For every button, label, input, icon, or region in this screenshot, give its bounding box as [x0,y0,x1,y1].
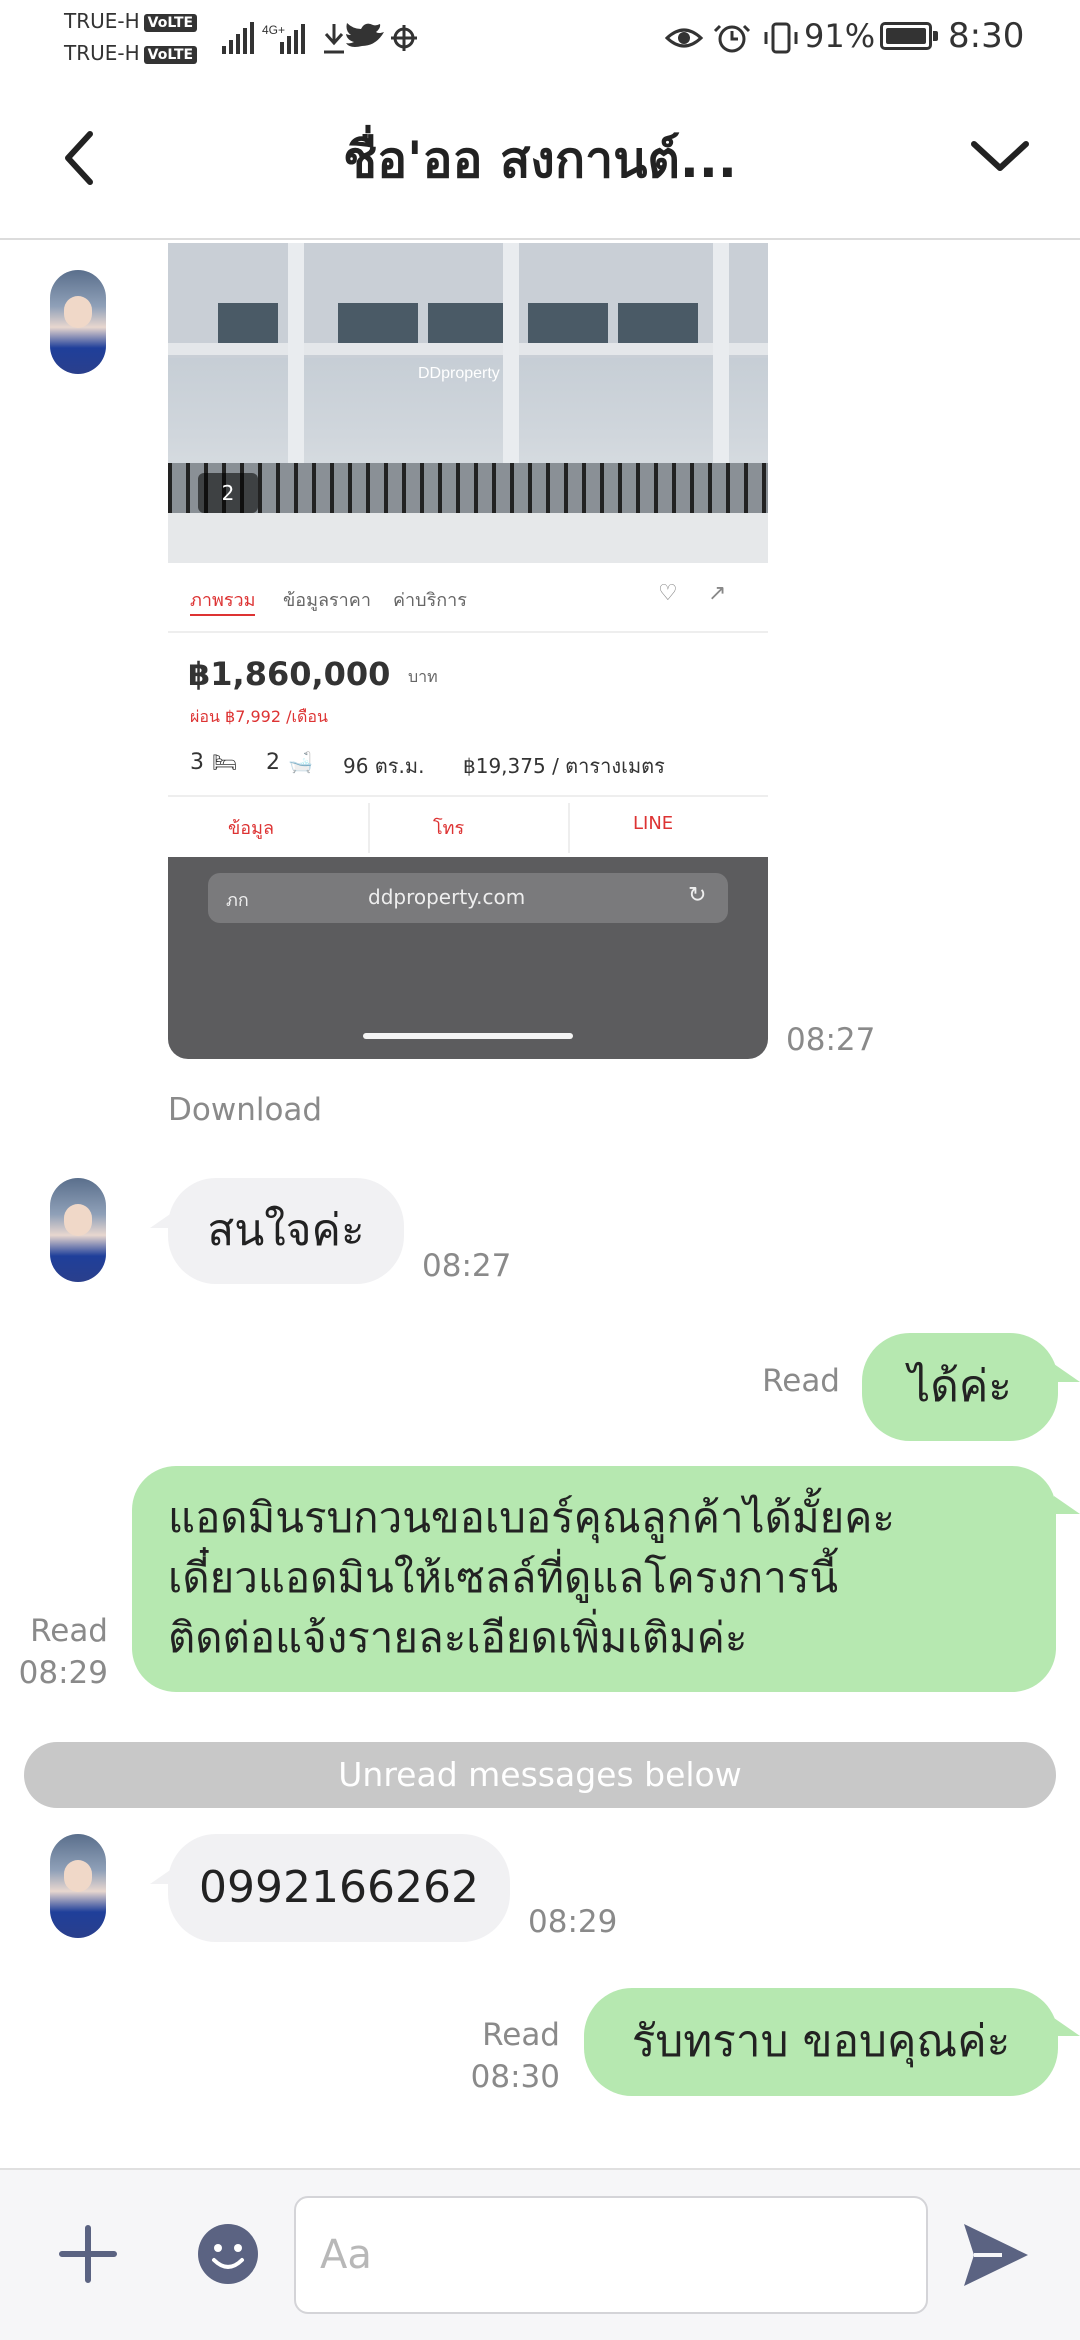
chat-header: ชื่อ'ออ สงกานต์... [0,80,1080,240]
carrier-1: TRUE-H VoLTE [64,8,198,34]
message-bubble-incoming[interactable]: สนใจค่ะ [168,1178,404,1284]
message-bubble-incoming[interactable]: 0992166262 [168,1834,510,1942]
chat-title[interactable]: ชื่อ'ออ สงกานต์... [150,80,930,240]
bubble-tail [1054,1496,1080,1514]
share-icon: ↗ [708,581,727,606]
plus-icon[interactable] [58,2224,118,2284]
battery-percent: 91% [804,17,876,55]
listing-actions: ข้อมูล โทร LINE [168,795,768,857]
avatar[interactable] [50,1834,106,1938]
message-bubble-outgoing[interactable]: แอดมินรบกวนขอเบอร์คุณลูกค้าได้มั้ยคะ เดี… [132,1466,1056,1692]
watermark: DDproperty [418,365,500,382]
bed-icon: 🛏 [212,750,238,774]
bath-icon: 🛁 [288,750,313,774]
message-input[interactable]: Aa [294,2196,928,2314]
download-link[interactable]: Download [168,1092,322,1128]
avatar[interactable] [50,270,106,374]
battery-icon [880,22,938,50]
input-bar: Aa [0,2168,1080,2340]
clock: 8:30 [948,16,1025,56]
image-timestamp: 08:27 [786,1022,876,1058]
read-receipt: Read 08:30 [470,2017,560,2095]
listing-screenshot-image[interactable]: DDproperty 2 ภาพรวม ข้อมูลราคา ค่าบริการ… [168,243,768,1059]
url-text: ddproperty.com [368,885,526,909]
message-timestamp: 08:27 [422,1248,512,1284]
send-icon[interactable] [958,2220,1032,2290]
chevron-down-icon[interactable] [968,132,1032,180]
back-arrow-icon[interactable] [56,126,104,190]
emoji-icon[interactable] [196,2222,260,2286]
status-icons [665,22,798,54]
avatar[interactable] [50,1178,106,1282]
listing-details: ฿1,860,000 บาท ผ่อน ฿7,992 /เดือน 3 🛏 2 … [168,635,768,795]
input-placeholder: Aa [320,2232,372,2278]
heart-icon: ♡ [658,581,678,606]
message-timestamp: 08:29 [528,1904,618,1940]
bubble-tail [1054,1364,1080,1382]
bubble-tail [1054,2018,1080,2036]
read-receipt: Read 08:29 [18,1613,108,1691]
network-type: 4G+ [262,23,285,37]
installment: ผ่อน ฿7,992 /เดือน [190,707,328,726]
unread-banner: Unread messages below [24,1742,1056,1808]
house-photo: DDproperty 2 [168,243,768,563]
signal-network-icons: 4G+ [222,22,417,54]
listing-tabs: ภาพรวม ข้อมูลราคา ค่าบริการ ♡ ↗ [168,563,768,633]
status-bar: TRUE-H VoLTE TRUE-H VoLTE 4G+ 91% 8:30 [0,0,1080,80]
browser-chrome: ภก ddproperty.com ↻ [168,857,768,1059]
image-count: 2 [198,473,258,513]
listing-price: ฿1,860,000 [188,655,391,693]
read-receipt: Read [762,1363,840,1399]
message-bubble-outgoing[interactable]: ได้ค่ะ [862,1333,1058,1441]
message-bubble-outgoing[interactable]: รับทราบ ขอบคุณค่ะ [584,1988,1058,2096]
carrier-2: TRUE-H VoLTE [64,40,198,66]
